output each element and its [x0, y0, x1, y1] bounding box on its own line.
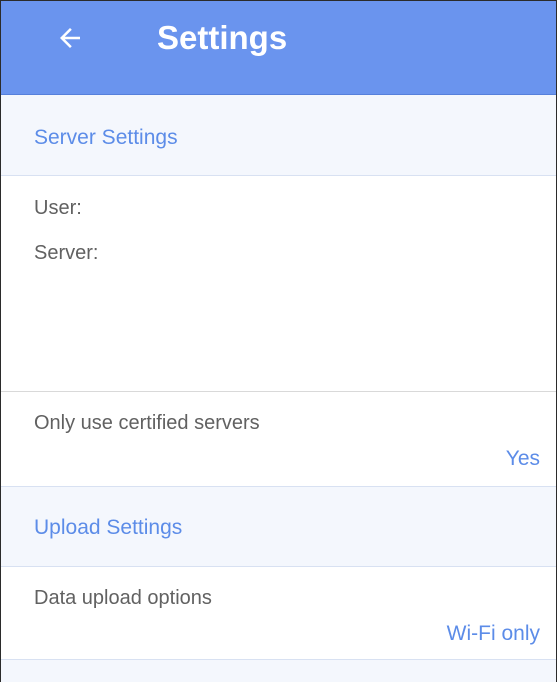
- page-title: Settings: [157, 19, 288, 56]
- data-upload-label: Data upload options: [34, 587, 212, 609]
- certified-servers-label: Only use certified servers: [34, 412, 260, 434]
- section-title-upload: Upload Settings: [34, 516, 183, 539]
- user-label: User:: [34, 197, 82, 219]
- section-header-upload: Upload Settings: [1, 486, 556, 567]
- app-bar: Settings: [1, 1, 556, 95]
- section-title-server: Server Settings: [34, 126, 178, 149]
- data-upload-value: Wi-Fi only: [446, 622, 540, 645]
- settings-screen: Settings Server Settings User: Server: O…: [0, 0, 557, 682]
- next-section-band: [1, 659, 556, 682]
- section-header-server: Server Settings: [1, 95, 556, 176]
- server-label: Server:: [34, 242, 99, 264]
- data-upload-setting[interactable]: Data upload options Wi-Fi only: [1, 567, 556, 659]
- certified-servers-setting[interactable]: Only use certified servers Yes: [1, 392, 556, 486]
- back-button[interactable]: [45, 13, 95, 63]
- arrow-left-icon: [60, 28, 80, 48]
- server-info-panel[interactable]: User: Server:: [1, 176, 556, 391]
- certified-servers-value: Yes: [505, 447, 540, 470]
